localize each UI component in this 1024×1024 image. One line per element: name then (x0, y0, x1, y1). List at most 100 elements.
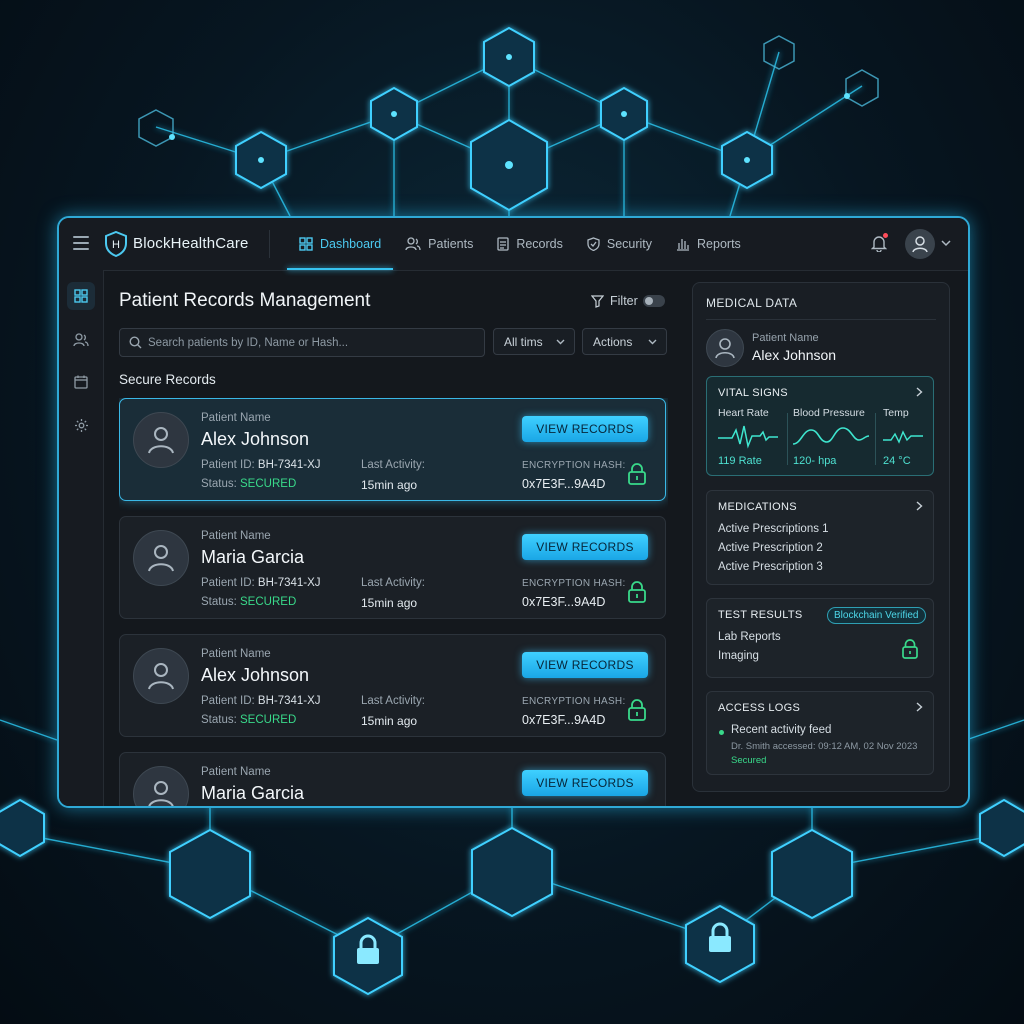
medication-item: Active Prescriptions 1 (718, 523, 829, 535)
svg-text:H: H (112, 239, 120, 251)
main-nav: Dashboard Patients Records Security Repo… (287, 218, 753, 270)
view-records-button[interactable]: VIEW RECORDS (522, 416, 648, 442)
medication-item: Active Prescription 3 (718, 561, 823, 573)
calendar-icon (74, 375, 88, 389)
heartbeat-wave-icon (718, 425, 778, 449)
lock-icon (628, 581, 646, 603)
actions-dropdown[interactable]: Actions (582, 328, 667, 355)
patient-status: Status: SECURED (201, 478, 297, 490)
hamburger-menu-icon[interactable] (73, 236, 89, 250)
page-title: Patient Records Management (119, 290, 371, 311)
sidebar-patients[interactable] (67, 326, 95, 354)
nav-records-label: Records (516, 237, 563, 251)
encryption-hash-value: 0x7E3F...9A4D (522, 595, 606, 609)
divider (875, 413, 876, 465)
test-result-item: Lab Reports (718, 631, 781, 643)
divider (706, 319, 936, 320)
record-card[interactable]: Patient Name Maria Garcia Patient ID: BH… (119, 516, 666, 619)
access-logs-card[interactable]: ACCESS LOGS Recent activity feed Dr. Smi… (706, 691, 934, 775)
patient-avatar (133, 412, 189, 468)
last-activity-label: Last Activity: (361, 695, 425, 707)
nav-patients[interactable]: Patients (393, 218, 485, 270)
last-activity-value: 15min ago (361, 596, 418, 610)
patient-name: Alex Johnson (201, 665, 310, 685)
patient-name: Alex Johnson (201, 429, 310, 449)
encryption-hash-label: ENCRYPTION HASH: (522, 696, 626, 707)
sidebar-settings[interactable] (67, 411, 95, 439)
medication-item: Active Prescription 2 (718, 542, 823, 554)
chevron-right-icon (916, 702, 923, 712)
temperature-wave-icon (883, 430, 923, 444)
heart-rate-value: 119 Rate (718, 455, 762, 467)
filter-button[interactable]: Filter (591, 294, 638, 308)
patient-name-label: Patient Name (201, 766, 271, 778)
sidebar-calendar[interactable] (67, 368, 95, 396)
nav-dashboard-label: Dashboard (320, 237, 382, 251)
medications-title: MEDICATIONS (718, 501, 797, 513)
section-label: Secure Records (119, 372, 216, 387)
last-activity-value: 15min ago (361, 714, 418, 728)
nav-dashboard[interactable]: Dashboard (287, 218, 394, 270)
medications-card[interactable]: MEDICATIONS Active Prescriptions 1 Activ… (706, 490, 934, 585)
encryption-hash-value: 0x7E3F...9A4D (522, 477, 606, 491)
medical-data-panel: MEDICAL DATA Patient Name Alex Johnson V… (692, 282, 950, 792)
nav-security[interactable]: Security (575, 218, 664, 270)
user-icon (148, 545, 174, 572)
view-records-button[interactable]: VIEW RECORDS (522, 770, 648, 796)
nav-records[interactable]: Records (485, 218, 575, 270)
patient-avatar (133, 766, 189, 806)
patient-avatar (706, 329, 744, 367)
chevron-down-icon[interactable] (941, 240, 951, 247)
chevron-down-icon (648, 339, 657, 345)
brand-name: BlockHealthCare (133, 235, 249, 252)
grid-icon (74, 289, 88, 303)
search-input[interactable] (148, 329, 478, 356)
chevron-down-icon (556, 339, 565, 345)
search-icon (129, 336, 142, 349)
patient-name-label: Patient Name (752, 332, 819, 344)
time-filter-dropdown[interactable]: All tims (493, 328, 575, 355)
top-navigation-bar: H BlockHealthCare Dashboard Patients Rec… (59, 218, 968, 271)
user-icon (148, 427, 174, 454)
encryption-hash-value: 0x7E3F...9A4D (522, 713, 606, 727)
lock-icon (628, 699, 646, 721)
patient-avatar (133, 648, 189, 704)
time-filter-label: All tims (504, 334, 543, 349)
filter-label: Filter (610, 294, 638, 308)
patient-id: Patient ID: BH-7341-XJ (201, 459, 321, 471)
user-icon (148, 663, 174, 690)
record-card[interactable]: Patient Name Alex Johnson Patient ID: BH… (119, 634, 666, 737)
vital-signs-card[interactable]: VITAL SIGNS Heart Rate 119 Rate Blood Pr… (706, 376, 934, 476)
chevron-right-icon (916, 387, 923, 397)
records-list: Patient Name Alex Johnson Patient ID: BH… (119, 398, 668, 806)
view-records-button[interactable]: VIEW RECORDS (522, 534, 648, 560)
heart-rate-metric: Heart Rate 119 Rate (718, 407, 778, 467)
actions-label: Actions (593, 334, 633, 349)
temperature-value: 24 °C (883, 455, 911, 467)
patient-name: Alex Johnson (752, 347, 837, 363)
patient-status: Status: SECURED (201, 596, 297, 608)
bar-chart-icon (677, 239, 690, 251)
patient-id: Patient ID: BH-7341-XJ (201, 577, 321, 589)
grid-icon (299, 237, 313, 251)
app-window: H BlockHealthCare Dashboard Patients Rec… (57, 216, 970, 808)
sidebar-dashboard[interactable] (67, 282, 95, 310)
user-avatar[interactable] (905, 229, 935, 259)
last-activity-label: Last Activity: (361, 577, 425, 589)
temperature-label: Temp (883, 407, 909, 419)
nav-reports[interactable]: Reports (664, 218, 753, 270)
medical-data-title: MEDICAL DATA (706, 296, 798, 310)
lock-icon (628, 463, 646, 485)
blood-pressure-value: 120- hpa (793, 455, 837, 467)
left-sidebar (59, 270, 104, 806)
access-log-entry: Dr. Smith accessed: 09:12 AM, 02 Nov 202… (731, 741, 918, 752)
blood-pressure-metric: Blood Pressure 120- hpa (793, 407, 869, 467)
patient-name-label: Patient Name (201, 412, 271, 424)
access-logs-title: ACCESS LOGS (718, 702, 801, 714)
view-records-button[interactable]: VIEW RECORDS (522, 652, 648, 678)
record-card[interactable]: Patient Name Maria Garcia VIEW RECORDS (119, 752, 666, 806)
filter-toggle[interactable] (643, 295, 665, 307)
divider (269, 230, 270, 258)
test-results-card[interactable]: TEST RESULTS Blockchain Verified Lab Rep… (706, 598, 934, 678)
record-card[interactable]: Patient Name Alex Johnson Patient ID: BH… (119, 398, 666, 501)
